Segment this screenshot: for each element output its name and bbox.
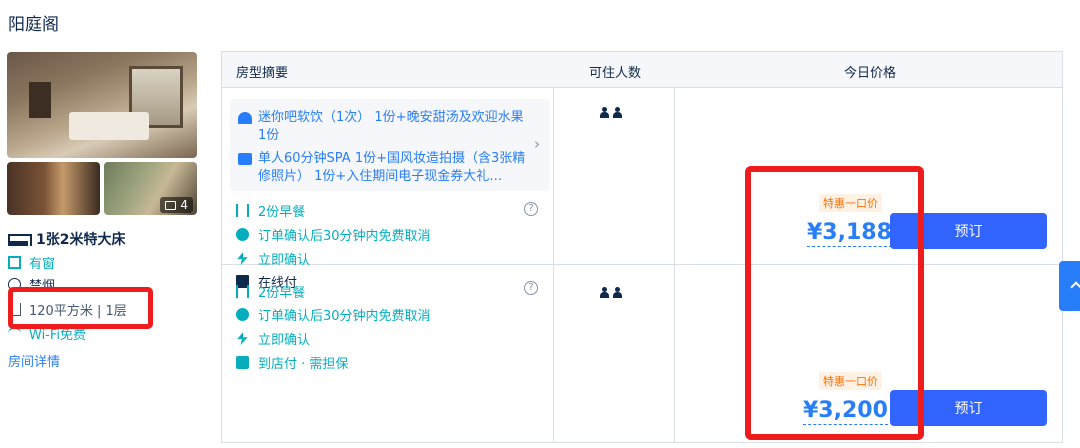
bed-type: 1张2米特大床: [8, 229, 125, 249]
photo-count: 4: [180, 198, 188, 212]
feature-window: 有窗: [8, 253, 55, 272]
chevron-right-icon[interactable]: ›: [534, 135, 540, 153]
bed-icon: [8, 232, 32, 246]
drink-icon: [238, 112, 252, 124]
promo-badge: 特惠一口价: [819, 194, 882, 212]
cancel-label: 订单确认后30分钟内免费取消: [258, 229, 431, 244]
confirm-policy: 立即确认: [236, 249, 310, 268]
package-box[interactable]: 迷你吧软饮（1次） 1份+晚安甜汤及欢迎水果 1份 单人60分钟SPA 1份+国…: [230, 99, 550, 191]
lightning-icon: [237, 332, 248, 345]
book-button[interactable]: 预订: [890, 213, 1047, 249]
header-price: 今日价格: [844, 66, 897, 81]
feature-smoking-label: 禁烟: [29, 279, 56, 294]
person-icon: [600, 107, 609, 118]
promo-badge: 特惠一口价: [819, 372, 882, 390]
feature-wifi-label: Wi-Fi免费: [29, 328, 87, 343]
breakfast-icon: [236, 204, 249, 217]
pay-at-hotel-icon: [236, 356, 249, 369]
feature-window-label: 有窗: [29, 257, 56, 272]
lightning-icon: [237, 252, 248, 265]
room-main-photo[interactable]: [7, 52, 197, 158]
gift-icon: [238, 153, 252, 165]
window-icon: [8, 256, 21, 269]
breakfast-policy: 2份早餐: [236, 282, 305, 301]
package-item-1: 迷你吧软饮（1次） 1份+晚安甜汤及欢迎水果 1份: [258, 110, 524, 143]
book-button[interactable]: 预订: [890, 390, 1047, 426]
confirm-policy: 立即确认: [236, 329, 310, 348]
confirm-label: 立即确认: [258, 333, 311, 348]
confirm-label: 立即确认: [258, 253, 311, 268]
breakfast-label: 2份早餐: [258, 286, 306, 301]
column-divider: [674, 88, 675, 442]
feature-smoking: 禁烟: [8, 275, 55, 294]
cancel-label: 订单确认后30分钟内免费取消: [258, 309, 431, 324]
price: ¥3,200: [803, 398, 888, 425]
payment-policy: 到店付 · 需担保: [236, 353, 348, 372]
bed-type-label: 1张2米特大床: [36, 232, 126, 248]
capacity-icons: [600, 107, 622, 118]
no-smoking-icon: [8, 278, 21, 291]
room-thumb-photo[interactable]: [7, 162, 100, 215]
person-icon: [613, 107, 622, 118]
feature-area: 120平方米 | 1层: [8, 300, 127, 319]
price: ¥3,188: [807, 220, 892, 247]
wifi-icon: [8, 327, 21, 340]
room-detail-link[interactable]: 房间详情: [8, 351, 60, 370]
breakfast-icon: [236, 285, 249, 298]
cancel-policy: 订单确认后30分钟内免费取消: [236, 225, 431, 244]
image-icon: [165, 200, 177, 210]
photo-count-badge[interactable]: 4: [160, 197, 193, 213]
hotel-name: 阳庭阁: [8, 15, 59, 35]
feature-wifi: Wi-Fi免费: [8, 324, 86, 343]
room-thumb-photo[interactable]: 4: [104, 162, 197, 215]
person-icon: [600, 287, 609, 298]
info-icon[interactable]: ?: [524, 202, 538, 216]
scroll-top-tab[interactable]: [1059, 261, 1080, 311]
feature-area-label: 120平方米 | 1层: [29, 304, 127, 319]
row-divider: [222, 264, 1062, 265]
capacity-icons: [600, 287, 622, 298]
person-icon: [613, 287, 622, 298]
offer-table: 房型摘要 可住人数 今日价格 迷你吧软饮（1次） 1份+晚安甜汤及欢迎水果 1份…: [221, 51, 1063, 443]
area-icon: [8, 303, 21, 316]
column-divider: [553, 88, 554, 442]
breakfast-policy: 2份早餐: [236, 201, 305, 220]
breakfast-label: 2份早餐: [258, 205, 306, 220]
package-item-2: 单人60分钟SPA 1份+国风妆造拍摄（含3张精修照片） 1份+入住期间电子现金…: [258, 151, 526, 184]
header-summary: 房型摘要: [236, 66, 289, 81]
check-circle-icon: [236, 308, 249, 321]
header-capacity: 可住人数: [589, 66, 642, 81]
check-circle-icon: [236, 228, 249, 241]
info-icon[interactable]: ?: [524, 281, 538, 295]
table-header: 房型摘要 可住人数 今日价格: [222, 52, 1062, 88]
payment-label: 到店付 · 需担保: [258, 357, 349, 372]
cancel-policy: 订单确认后30分钟内免费取消: [236, 305, 431, 324]
